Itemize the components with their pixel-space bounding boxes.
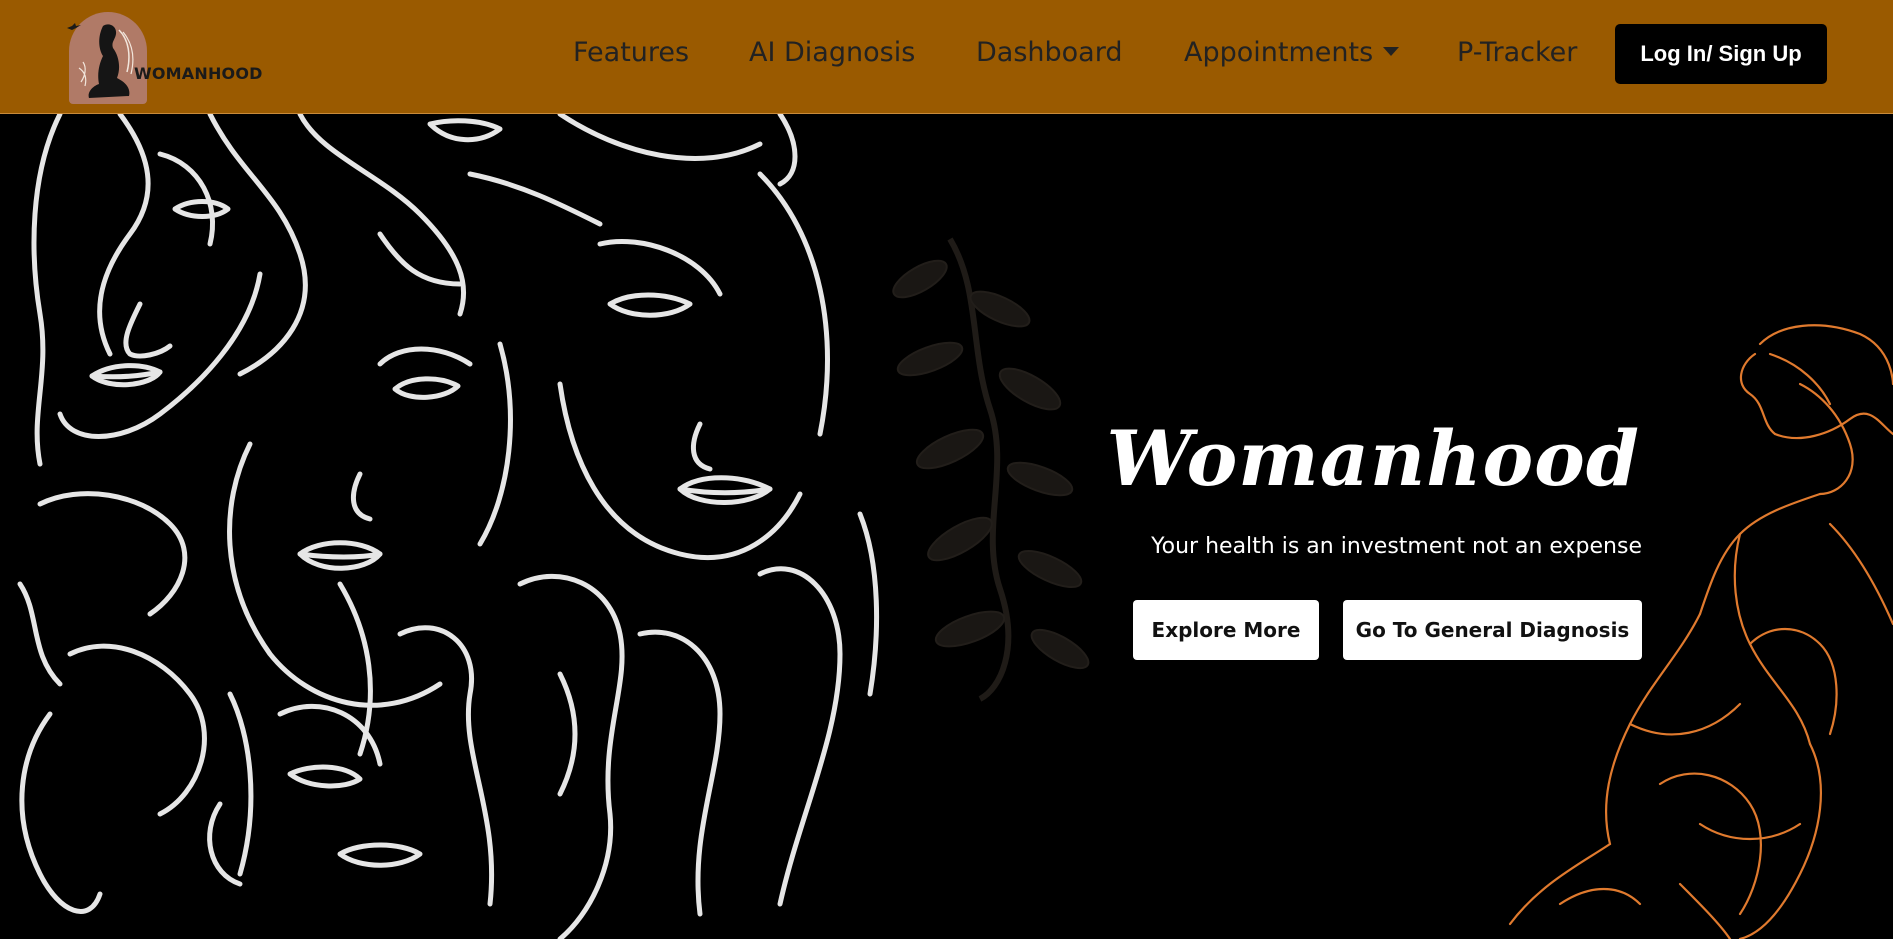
nav-p-tracker[interactable]: P-Tracker [1457,36,1577,70]
line-art-faces-illustration [17,114,880,939]
nav-features[interactable]: Features [573,36,689,70]
nav-appointments-dropdown[interactable]: Appointments [1184,36,1400,70]
login-signup-button[interactable]: Log In/ Sign Up [1615,24,1827,84]
logo[interactable]: WOMANHOOD [66,8,266,106]
hero-section: Womanhood Your health is an investment n… [0,114,1893,939]
caret-down-icon [1383,47,1400,56]
hero-title: Womanhood [1106,414,1640,503]
nav-ai-diagnosis[interactable]: AI Diagnosis [749,36,915,70]
nav-dashboard[interactable]: Dashboard [976,36,1122,70]
logo-text: WOMANHOOD [134,64,263,83]
navbar: WOMANHOOD Features AI Diagnosis Dashboar… [0,0,1893,114]
hero-tagline: Your health is an investment not an expe… [1151,534,1642,559]
nav-appointments-label: Appointments [1184,37,1374,68]
general-diagnosis-button[interactable]: Go To General Diagnosis [1343,600,1642,660]
explore-more-button[interactable]: Explore More [1133,600,1319,660]
bird-icon [67,23,81,30]
